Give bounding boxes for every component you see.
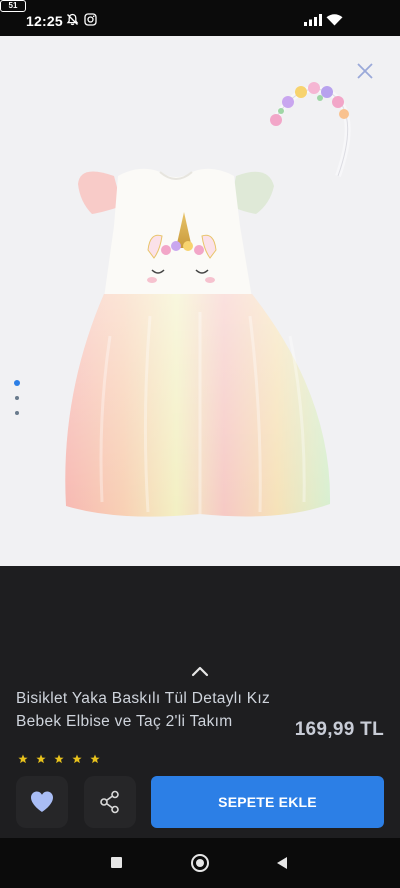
recents-square-icon[interactable]: [111, 857, 122, 868]
home-circle-icon[interactable]: [191, 854, 209, 872]
product-info-panel: Bisiklet Yaka Baskılı Tül Detaylı Kız Be…: [0, 566, 400, 838]
status-time: 12:25: [26, 13, 63, 29]
star-icon: [72, 754, 82, 764]
star-icon: [36, 754, 46, 764]
wifi-icon: [326, 14, 343, 26]
pagination-dot[interactable]: [15, 396, 19, 400]
star-icon: [54, 754, 64, 764]
pagination-dot[interactable]: [15, 411, 19, 415]
star-icon: [18, 754, 28, 764]
signal-icon: [304, 14, 322, 26]
battery-level: 51: [8, 1, 18, 10]
star-icon: [90, 754, 100, 764]
favorite-button[interactable]: [16, 776, 68, 828]
product-title: Bisiklet Yaka Baskılı Tül Detaylı Kız Be…: [16, 690, 271, 730]
share-button[interactable]: [84, 776, 136, 828]
product-price: 169,99 TL: [294, 719, 384, 740]
instagram-icon: [84, 13, 97, 26]
product-image-gallery[interactable]: [0, 36, 400, 566]
product-image: [65, 82, 351, 517]
back-triangle-icon[interactable]: [276, 856, 288, 870]
chevron-up-icon[interactable]: [188, 662, 212, 680]
heart-icon: [31, 791, 53, 812]
status-bar: 12:25 51: [0, 0, 400, 36]
system-navigation-bar: [0, 838, 400, 888]
battery-icon: 51: [0, 0, 26, 12]
close-icon[interactable]: [352, 58, 378, 84]
pagination-dot-active[interactable]: [14, 380, 20, 386]
share-icon: [100, 790, 119, 814]
bell-off-icon: [66, 13, 79, 26]
add-to-cart-button[interactable]: SEPETE EKLE: [151, 776, 384, 828]
